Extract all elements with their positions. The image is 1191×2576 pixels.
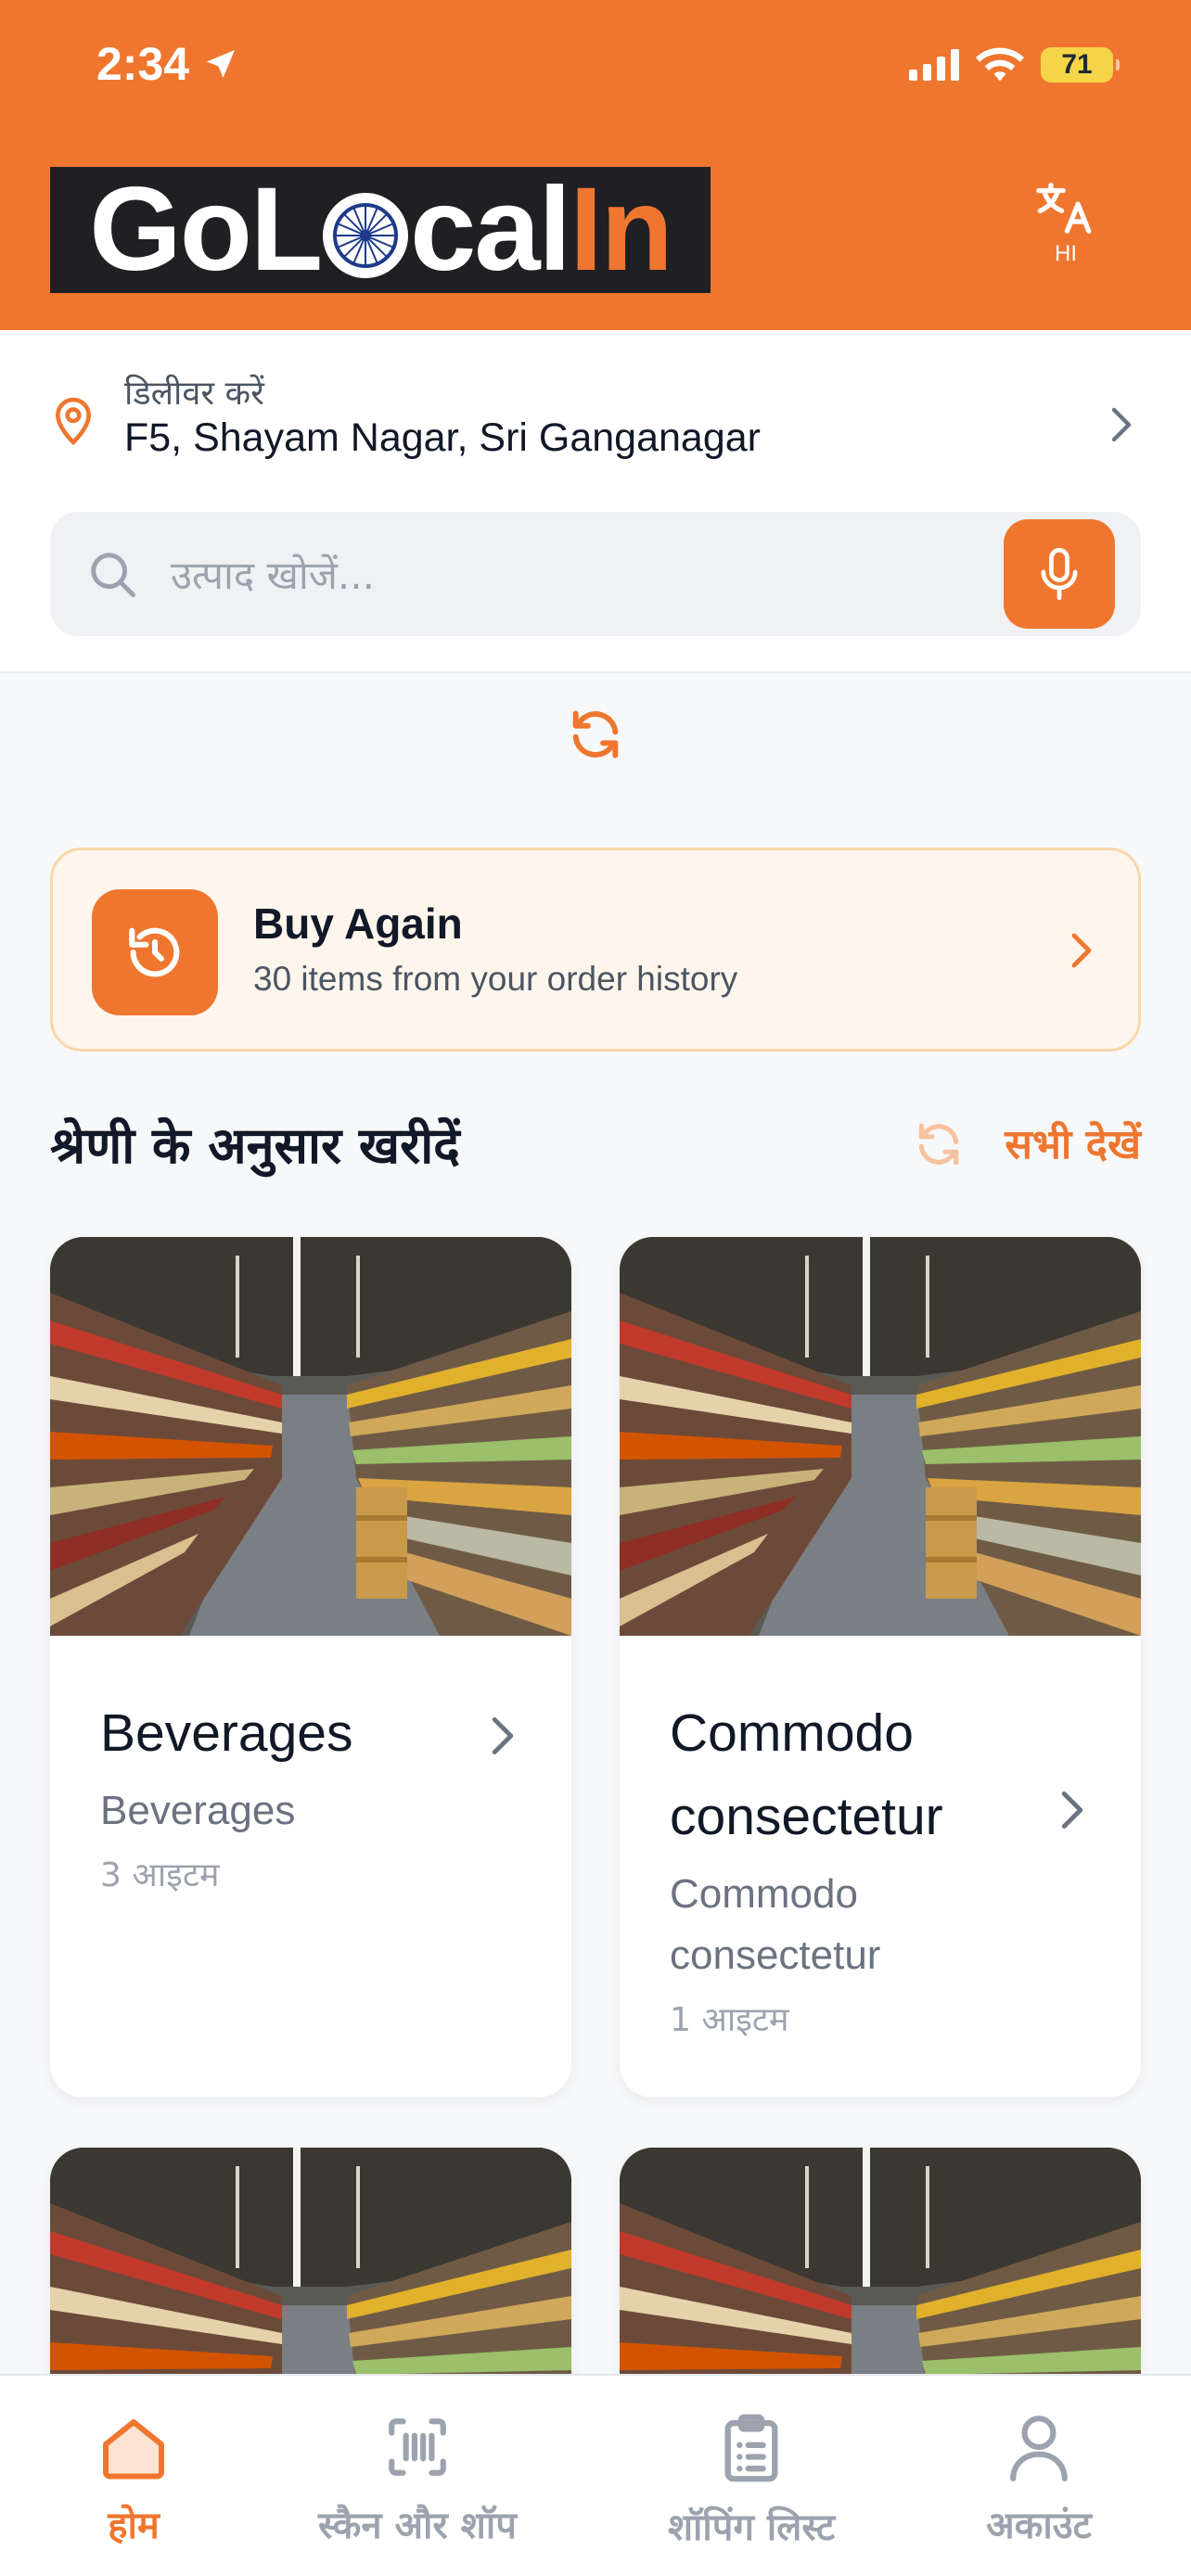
language-code: HI bbox=[1055, 241, 1077, 266]
home-icon bbox=[103, 2419, 164, 2480]
delivery-label: डिलीवर करें bbox=[124, 375, 264, 413]
barcode-scan-icon bbox=[389, 2418, 446, 2476]
category-image bbox=[50, 1237, 571, 1636]
chevron-right-icon bbox=[1111, 407, 1132, 442]
see-all-link[interactable]: सभी देखें bbox=[1005, 1115, 1141, 1170]
category-name: Beverages bbox=[100, 1703, 353, 1763]
search-bar bbox=[50, 512, 1141, 636]
chevron-right-icon bbox=[492, 1716, 514, 1755]
category-description: Commodo consectetur bbox=[670, 1871, 881, 1978]
search-input[interactable] bbox=[171, 538, 913, 612]
app-header: 2:34 71 GoL cal In HI bbox=[0, 0, 1191, 330]
nav-label: होम bbox=[108, 2505, 160, 2547]
clipboard-list-icon bbox=[724, 2414, 778, 2482]
search-icon bbox=[91, 553, 135, 597]
category-card-beverages[interactable]: Beverages Beverages 3 आइटम bbox=[50, 1237, 571, 2098]
nav-label: अकाउंट bbox=[986, 2505, 1092, 2547]
wifi-icon bbox=[976, 47, 1024, 82]
delivery-address-row[interactable]: डिलीवर करें F5, Shayam Nagar, Sri Gangan… bbox=[50, 363, 1141, 475]
chevron-right-icon bbox=[1071, 933, 1092, 968]
buy-again-icon-tile bbox=[92, 889, 218, 1015]
location-pin-icon bbox=[56, 397, 91, 446]
translate-icon bbox=[1036, 183, 1092, 234]
category-image bbox=[620, 1237, 1141, 1636]
voice-search-button[interactable] bbox=[1004, 519, 1115, 629]
section-title-categories: श्रेणी के अनुसार खरीदें bbox=[50, 1116, 460, 1175]
category-item-count: 3 आइटम bbox=[100, 1856, 220, 1894]
nav-tab-scan-and-shop[interactable]: स्कैन और शॉप bbox=[269, 2413, 566, 2549]
cellular-signal-icon bbox=[909, 49, 959, 81]
refresh-icon[interactable] bbox=[913, 1118, 965, 1170]
microphone-icon bbox=[1041, 547, 1078, 601]
nav-label: शॉपिंग लिस्ट bbox=[667, 2506, 836, 2549]
category-name: Commodo consectetur bbox=[670, 1703, 943, 1846]
buy-again-title: Buy Again bbox=[253, 899, 463, 948]
delivery-address: F5, Shayam Nagar, Sri Ganganagar bbox=[124, 415, 761, 460]
language-toggle-button[interactable]: HI bbox=[1015, 176, 1117, 278]
chevron-right-icon bbox=[1061, 1791, 1083, 1830]
address-search-panel: डिलीवर करें F5, Shayam Nagar, Sri Gangan… bbox=[0, 330, 1191, 673]
category-card-commodo-consectetur[interactable]: Commodo consectetur Commodo consectetur … bbox=[620, 1237, 1141, 2098]
user-icon bbox=[1010, 2416, 1068, 2481]
category-description: Beverages bbox=[100, 1788, 296, 1833]
status-indicators: 71 bbox=[909, 46, 1120, 83]
nav-tab-shopping-list[interactable]: शॉपिंग लिस्ट bbox=[603, 2413, 900, 2551]
nav-label: स्कैन और शॉप bbox=[318, 2505, 517, 2547]
bottom-navigation: होम स्कैन और शॉप शॉपिंग लिस्ट अकाउंट bbox=[0, 2374, 1191, 2576]
app-logo: GoL cal In bbox=[50, 167, 711, 293]
status-time: 2:34 bbox=[96, 37, 239, 91]
nav-tab-home[interactable]: होम bbox=[0, 2413, 282, 2549]
nav-tab-account[interactable]: अकाउंट bbox=[890, 2413, 1187, 2549]
refresh-icon[interactable] bbox=[566, 705, 625, 764]
reorder-icon bbox=[129, 927, 180, 977]
buy-again-card[interactable]: Buy Again 30 items from your order histo… bbox=[50, 848, 1141, 1052]
ashoka-chakra-icon bbox=[323, 193, 409, 278]
location-arrow-icon bbox=[207, 50, 236, 78]
buy-again-subtitle: 30 items from your order history bbox=[253, 960, 738, 998]
battery-indicator: 71 bbox=[1041, 47, 1120, 83]
category-item-count: 1 आइटम bbox=[670, 2001, 789, 2039]
